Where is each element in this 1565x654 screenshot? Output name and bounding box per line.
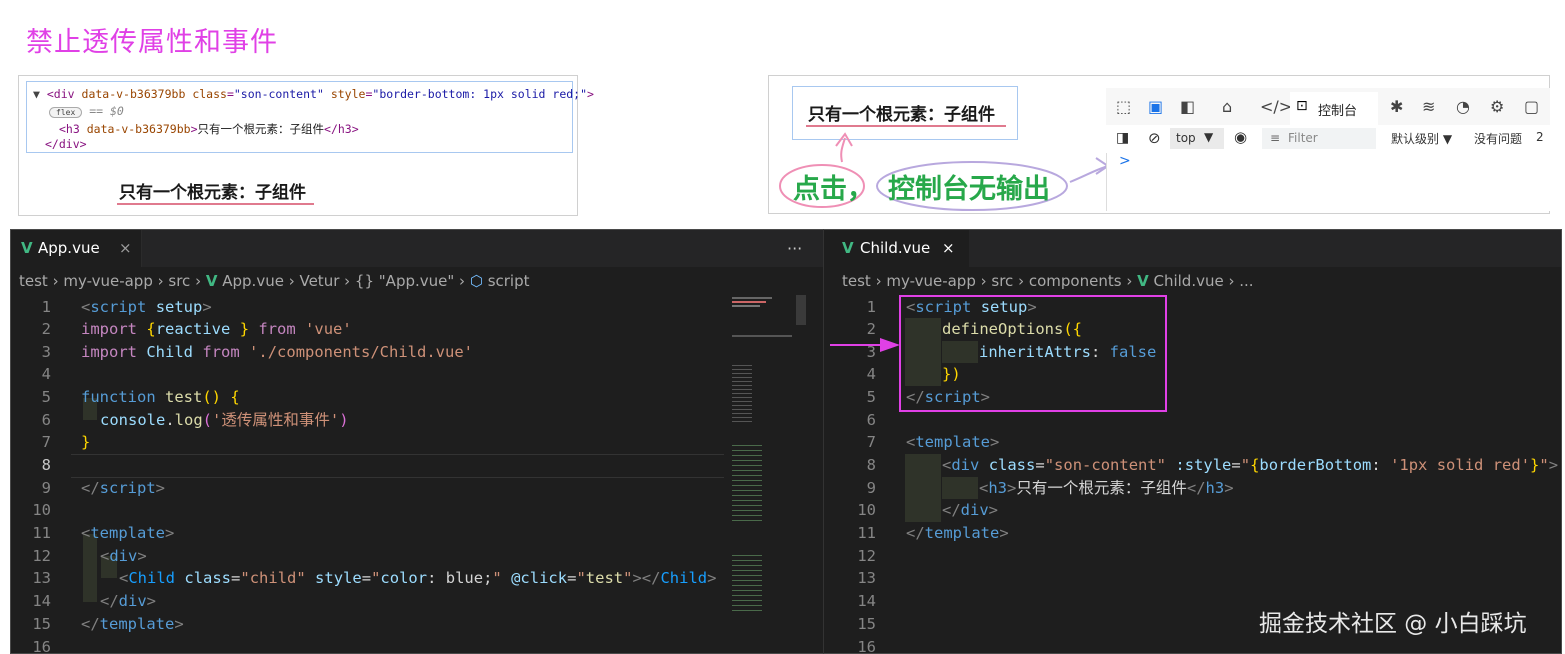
clear-console-icon[interactable]: ⊘ bbox=[1148, 129, 1161, 147]
vue-file-icon: V bbox=[842, 239, 854, 257]
more-panels-icon[interactable]: ▢ bbox=[1524, 97, 1539, 116]
log-level-select[interactable]: 默认级别 ▼ bbox=[1391, 130, 1452, 147]
performance-icon[interactable]: ◔ bbox=[1456, 97, 1470, 116]
pointer-arrow-icon bbox=[830, 338, 900, 352]
vue-file-icon: V bbox=[1137, 272, 1149, 290]
issues-button[interactable]: 没有问题 bbox=[1474, 130, 1522, 147]
highlight-box bbox=[899, 295, 1167, 412]
tab-console[interactable]: ⊡ 控制台 bbox=[1290, 92, 1378, 127]
close-icon[interactable]: × bbox=[119, 230, 132, 267]
cube-icon: ⬡ bbox=[469, 272, 483, 290]
selected-marker: == $0 bbox=[89, 104, 124, 118]
dom-attr-value: "son-content" bbox=[233, 87, 324, 101]
collapse-triangle-icon[interactable]: ▼ bbox=[33, 87, 40, 101]
tab-console-label: 控制台 bbox=[1318, 104, 1358, 119]
editor-app-vue: V App.vue × ··· test › my-vue-app › src … bbox=[10, 229, 825, 654]
page-heading: 禁止透传属性和事件 bbox=[26, 27, 278, 58]
tab-app-vue[interactable]: V App.vue × bbox=[11, 230, 142, 267]
editor-tab-bar: V App.vue × ··· bbox=[11, 230, 824, 267]
welcome-home-icon[interactable]: ⌂ bbox=[1222, 97, 1232, 116]
tab-child-vue[interactable]: V Child.vue × bbox=[824, 230, 969, 267]
breadcrumb: test › my-vue-app › src › V App.vue › Ve… bbox=[19, 272, 530, 290]
devtools-toolbar: ⬚ ▣ ◧ ⌂ </> ⊡ 控制台 ✱ ≋ ◔ ⚙ ▢ bbox=[1106, 88, 1550, 127]
rendered-h3[interactable]: 只有一个根元素：子组件 bbox=[119, 178, 306, 203]
watermark: 掘金技术社区 @ 小白踩坑 bbox=[1259, 611, 1527, 637]
chevron-down-icon: ▼ bbox=[1204, 130, 1214, 144]
dom-tag-open: <h3 bbox=[59, 122, 80, 136]
breadcrumb: test › my-vue-app › src › components › V… bbox=[842, 272, 1254, 290]
minimap[interactable] bbox=[724, 295, 806, 653]
inspect-icon[interactable]: ⬚ bbox=[1116, 97, 1131, 116]
annotation-click: 点击， bbox=[793, 174, 874, 205]
dom-tag-close: </div> bbox=[45, 137, 87, 151]
console-prompt: > bbox=[1119, 153, 1131, 169]
elements-code-icon[interactable]: </> bbox=[1260, 97, 1292, 116]
dom-attr: data-v-b36379bb bbox=[81, 87, 186, 101]
dom-attr-name: style bbox=[330, 87, 366, 101]
vue-file-icon: V bbox=[205, 272, 218, 290]
console-icon: ⊡ bbox=[1296, 98, 1308, 114]
filter-icon: ≡ bbox=[1270, 131, 1281, 145]
gear-icon[interactable]: ⚙ bbox=[1490, 97, 1504, 116]
vue-file-icon: V bbox=[21, 239, 33, 257]
editor-tab-bar: V Child.vue × bbox=[824, 230, 1561, 267]
more-actions-icon[interactable]: ··· bbox=[787, 230, 802, 267]
annotation-no-output: 控制台无输出 bbox=[888, 174, 1050, 205]
code-area[interactable]: 1 <script setup> 2 import {reactive } from… bbox=[11, 296, 824, 653]
wifi-icon[interactable]: ≋ bbox=[1422, 97, 1435, 116]
chevron-down-icon: ▼ bbox=[1442, 132, 1453, 146]
dom-attr: data-v-b36379bb bbox=[86, 122, 191, 136]
red-border-line bbox=[117, 203, 314, 205]
dom-tag-open: <div bbox=[46, 87, 75, 101]
dom-attr-value: "border-bottom: 1px solid red;" bbox=[372, 87, 588, 101]
eye-icon[interactable]: ◉ bbox=[1234, 128, 1247, 146]
context-select[interactable]: top ▼ bbox=[1170, 128, 1224, 149]
filter-input[interactable]: ≡ Filter bbox=[1262, 128, 1376, 149]
elements-tree: ▼ <div data-v-b36379bb class="son-conten… bbox=[26, 81, 594, 153]
editor-child-vue: V Child.vue × test › my-vue-app › src › … bbox=[823, 229, 1562, 654]
issues-count: 2 bbox=[1536, 130, 1544, 144]
device-toolbar-icon[interactable]: ▣ bbox=[1148, 97, 1163, 116]
console-output[interactable]: > bbox=[1106, 153, 1551, 211]
bug-icon[interactable]: ✱ bbox=[1390, 97, 1403, 116]
dock-icon[interactable]: ◧ bbox=[1180, 97, 1195, 116]
dom-text: 只有一个根元素：子组件 bbox=[197, 122, 325, 136]
flex-badge[interactable]: flex bbox=[49, 107, 83, 118]
dom-attr-name: class bbox=[192, 87, 227, 101]
close-icon[interactable]: × bbox=[942, 230, 955, 267]
sidebar-toggle-icon[interactable]: ◨ bbox=[1116, 130, 1129, 146]
console-filter-bar: ◨ ⊘ top ▼ ◉ ≡ Filter 默认级别 ▼ 没有问题 2 bbox=[1106, 125, 1550, 154]
